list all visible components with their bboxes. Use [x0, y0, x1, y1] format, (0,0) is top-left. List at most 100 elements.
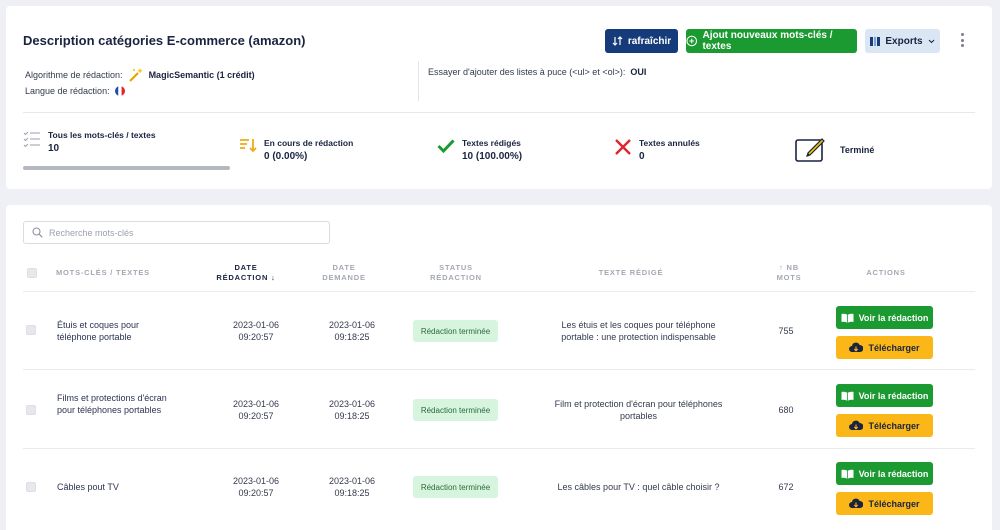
view-redaction-button[interactable]: Voir la rédaction: [836, 462, 933, 485]
cloud-download-icon: [849, 342, 864, 352]
magic-wand-icon: [128, 68, 143, 82]
chevron-down-icon: [928, 39, 934, 43]
row-keyword[interactable]: Étuis et coques pour téléphone portable: [57, 319, 177, 343]
writing-algorithm: Algorithme de rédaction: MagicSemantic (…: [25, 68, 255, 82]
row-date-demande: 2023-01-06 09:18:25: [317, 319, 387, 343]
writing-language: Langue de rédaction:: [25, 86, 125, 96]
row-date-demande: 2023-01-06 09:18:25: [317, 475, 387, 499]
row-date-demande-date: 2023-01-06: [328, 399, 376, 409]
sort-down-icon: ↓: [271, 273, 276, 282]
french-flag-icon: [114, 86, 125, 96]
row-date-redaction: 2023-01-06 09:20:57: [221, 319, 291, 343]
table-row: Étuis et coques pour téléphone portable …: [23, 291, 975, 369]
row-date-demande-time: 09:18:25: [334, 411, 370, 421]
search-input[interactable]: [49, 227, 319, 238]
row-texte: Les câbles pour TV : quel câble choisir …: [557, 482, 720, 492]
row-date-redaction-time: 09:20:57: [238, 332, 274, 342]
row-keyword[interactable]: Câbles pout TV: [57, 481, 177, 493]
download-button[interactable]: Télécharger: [836, 414, 933, 437]
row-keyword[interactable]: Films et protections d'écran pour téléph…: [57, 392, 177, 416]
status-badge: Rédaction terminée: [413, 320, 498, 342]
row-nb-mots: 672: [778, 482, 794, 492]
row-date-demande-time: 09:18:25: [334, 332, 370, 342]
columns-icon: [870, 36, 881, 46]
col-nb-mots-line2: MOTS: [776, 273, 802, 282]
stat-value: 0: [639, 151, 645, 162]
search-icon: [32, 227, 43, 238]
stat-written[interactable]: Textes rédigés 10 (100.00%): [437, 138, 522, 163]
refresh-button[interactable]: rafraîchir: [605, 29, 678, 53]
col-status[interactable]: STATUS RÉDACTION: [421, 263, 491, 283]
stat-label: Textes rédigés: [462, 138, 521, 148]
horizontal-divider: [23, 112, 975, 113]
download-label: Télécharger: [868, 342, 920, 353]
algorithm-label: Algorithme de rédaction:: [25, 70, 123, 80]
stat-finished[interactable]: Terminé: [795, 137, 874, 163]
view-redaction-button[interactable]: Voir la rédaction: [836, 306, 933, 329]
cloud-download-icon: [849, 420, 864, 430]
language-label: Langue de rédaction:: [25, 86, 110, 96]
open-book-icon: [841, 313, 854, 323]
col-date-demande[interactable]: DATE DEMANDE: [309, 263, 379, 283]
status-badge: Rédaction terminée: [413, 399, 498, 421]
view-redaction-label: Voir la rédaction: [858, 468, 929, 479]
stat-label: Tous les mots-clés / textes: [48, 130, 156, 140]
status-badge: Rédaction terminée: [413, 476, 498, 498]
campaign-summary-card: Description catégories E-commerce (amazo…: [6, 6, 992, 189]
download-button[interactable]: Télécharger: [836, 336, 933, 359]
bullet-list-value: OUI: [630, 67, 647, 77]
row-date-redaction-date: 2023-01-06: [232, 476, 280, 486]
cloud-download-icon: [849, 498, 864, 508]
col-status-line2: RÉDACTION: [430, 273, 482, 282]
view-redaction-label: Voir la rédaction: [858, 390, 929, 401]
stat-in-progress[interactable]: En cours de rédaction 0 (0.00%): [239, 138, 353, 163]
table-row: Films et protections d'écran pour téléph…: [23, 369, 975, 447]
stat-cancelled[interactable]: Textes annulés 0: [614, 138, 700, 163]
stat-value: 0 (0.00%): [264, 151, 308, 162]
stat-label: En cours de rédaction: [264, 138, 354, 148]
row-checkbox[interactable]: [26, 482, 36, 492]
bullet-list-label: Essayer d'ajouter des listes à puce (<ul…: [428, 67, 626, 77]
add-keywords-label: Ajout nouveaux mots-clés / textes: [702, 30, 833, 52]
col-keywords[interactable]: MOTS-CLÉS / TEXTES: [56, 268, 150, 278]
row-date-redaction-time: 09:20:57: [238, 411, 274, 421]
select-all-checkbox[interactable]: [27, 268, 37, 278]
add-keywords-button[interactable]: Ajout nouveaux mots-clés / textes: [686, 29, 857, 53]
download-button[interactable]: Télécharger: [836, 492, 933, 515]
search-box[interactable]: [23, 221, 330, 244]
edit-document-icon: [795, 138, 825, 162]
more-options-icon[interactable]: [956, 30, 968, 50]
col-date-demande-line1: DATE: [332, 263, 356, 272]
row-date-demande: 2023-01-06 09:18:25: [317, 398, 387, 422]
row-date-demande-date: 2023-01-06: [328, 476, 376, 486]
checklist-icon: [23, 131, 40, 148]
sort-descending-icon: [240, 139, 257, 153]
view-redaction-button[interactable]: Voir la rédaction: [836, 384, 933, 407]
progress-bar: [23, 166, 230, 170]
row-date-demande-time: 09:18:25: [334, 488, 370, 498]
download-label: Télécharger: [868, 498, 920, 509]
bullet-list-setting: Essayer d'ajouter des listes à puce (<ul…: [428, 67, 646, 77]
page-title: Description catégories E-commerce (amazo…: [23, 33, 306, 48]
exports-dropdown[interactable]: Exports: [865, 29, 940, 53]
col-texte[interactable]: TEXTE RÉDIGÉ: [566, 268, 696, 278]
row-nb-mots: 680: [778, 405, 794, 415]
download-label: Télécharger: [868, 420, 920, 431]
row-date-redaction-date: 2023-01-06: [232, 320, 280, 330]
open-book-icon: [841, 469, 854, 479]
row-texte: Film et protection d'écran pour téléphon…: [554, 399, 723, 421]
open-book-icon: [841, 391, 854, 401]
row-checkbox[interactable]: [26, 325, 36, 335]
col-nb-mots[interactable]: ↑ NB MOTS: [769, 263, 809, 283]
col-date-redaction[interactable]: DATE RÉDACTION ↓: [211, 263, 281, 283]
row-date-demande-date: 2023-01-06: [328, 320, 376, 330]
row-checkbox[interactable]: [26, 405, 36, 415]
row-date-redaction-date: 2023-01-06: [232, 399, 280, 409]
exports-label: Exports: [885, 35, 923, 47]
sort-arrows-icon: [612, 36, 623, 46]
keywords-table-card: MOTS-CLÉS / TEXTES DATE RÉDACTION ↓ DATE…: [6, 205, 992, 530]
col-date-demande-line2: DEMANDE: [322, 273, 366, 282]
row-date-redaction-time: 09:20:57: [238, 488, 274, 498]
stat-all-keywords[interactable]: Tous les mots-clés / textes 10: [23, 130, 156, 155]
col-actions: ACTIONS: [866, 268, 906, 277]
